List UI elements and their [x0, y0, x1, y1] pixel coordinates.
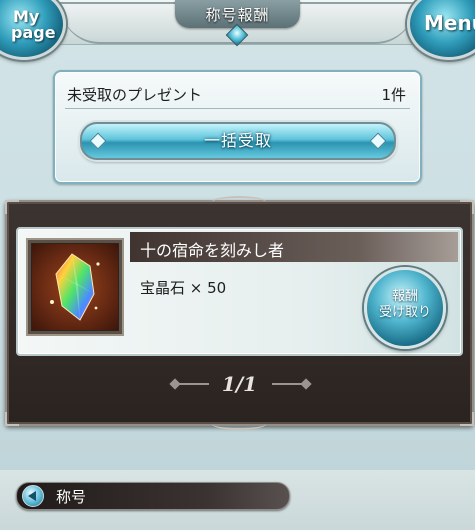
- crystal-icon: [50, 253, 100, 321]
- mypage-label-line2: page: [11, 23, 56, 42]
- reward-frame: 十の宿命を刻みし者 宝晶石 × 50 報酬 受け取り 1/1: [5, 196, 474, 430]
- frame-corner: [460, 200, 474, 214]
- present-panel: 未受取のプレゼント 1件 一括受取: [53, 70, 422, 184]
- present-count: 1件: [381, 86, 406, 104]
- menu-label: Menu: [424, 11, 475, 35]
- page-next-arrow[interactable]: [272, 383, 308, 385]
- frame-corner: [460, 412, 474, 426]
- menu-button[interactable]: Menu: [407, 0, 475, 60]
- mypage-button[interactable]: My page: [0, 0, 66, 60]
- item-background: [32, 244, 118, 330]
- frame-corner: [5, 412, 19, 426]
- reward-title: 十の宿命を刻みし者: [140, 241, 285, 260]
- reward-item: 宝晶石 × 50: [140, 279, 227, 297]
- header-bar: 称号報酬: [0, 0, 475, 47]
- page-title: 称号報酬: [205, 6, 270, 24]
- frame-corner: [5, 200, 19, 214]
- back-label: 称号: [56, 488, 87, 506]
- receive-label-line1: 報酬: [391, 289, 418, 304]
- reward-card: 十の宿命を刻みし者 宝晶石 × 50 報酬 受け取り: [16, 227, 463, 356]
- back-arrow-icon[interactable]: [22, 485, 44, 507]
- present-label: 未受取のプレゼント: [67, 86, 203, 104]
- item-thumbnail: [26, 238, 124, 336]
- frame-ornament: [212, 418, 266, 430]
- bulk-receive-button[interactable]: 一括受取: [80, 122, 396, 160]
- divider: [65, 108, 410, 109]
- frame-ornament: [212, 196, 266, 208]
- receive-label-line2: 受け取り: [378, 305, 431, 320]
- page-prev-arrow[interactable]: [173, 383, 209, 385]
- page-indicator: 1/1: [221, 372, 258, 396]
- receive-reward-button[interactable]: 報酬 受け取り: [364, 267, 446, 349]
